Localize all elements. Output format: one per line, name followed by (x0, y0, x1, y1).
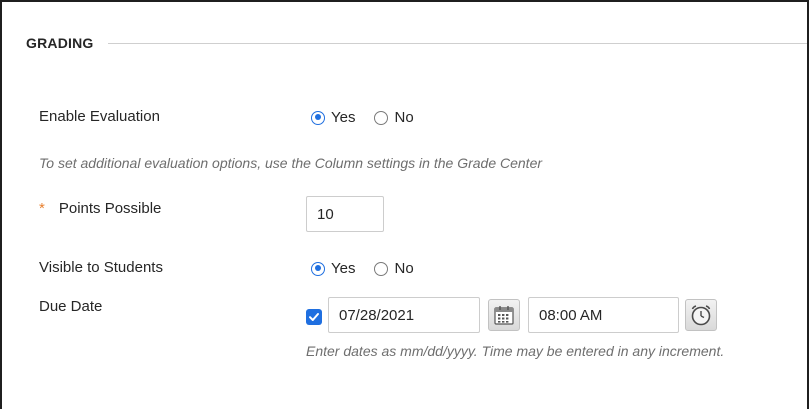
required-marker: * (39, 200, 45, 217)
due-date-hint: Enter dates as mm/dd/yyyy. Time may be e… (306, 343, 725, 359)
grading-panel: GRADING Enable Evaluation Yes No To set … (0, 0, 809, 409)
clock-icon (691, 305, 711, 326)
due-date-input[interactable]: 07/28/2021 (328, 297, 480, 333)
enable-evaluation-no-label[interactable]: No (394, 109, 413, 126)
visible-to-students-label: Visible to Students (39, 259, 163, 276)
visible-no-label[interactable]: No (394, 260, 413, 277)
calendar-icon (494, 306, 514, 325)
enable-evaluation-radio-group: Yes No (311, 109, 433, 126)
points-possible-label-text: Points Possible (58, 200, 162, 217)
due-time-input[interactable]: 08:00 AM (528, 297, 679, 333)
enable-evaluation-yes-label[interactable]: Yes (331, 109, 355, 126)
visible-no-radio[interactable] (374, 261, 389, 276)
points-possible-input[interactable]: 10 (306, 196, 384, 232)
calendar-button[interactable] (488, 299, 520, 331)
enable-evaluation-yes-radio[interactable] (311, 110, 325, 125)
evaluation-hint: To set additional evaluation options, us… (39, 155, 543, 171)
enable-evaluation-no-radio[interactable] (374, 110, 389, 125)
visible-yes-label[interactable]: Yes (331, 260, 355, 277)
enable-evaluation-label: Enable Evaluation (39, 108, 160, 125)
section-divider (107, 42, 807, 44)
visible-yes-radio[interactable] (311, 261, 325, 276)
visible-to-students-radio-group: Yes No (311, 260, 433, 277)
clock-button[interactable] (685, 299, 717, 331)
due-date-checkbox[interactable] (306, 309, 322, 325)
checkmark-icon (309, 313, 319, 321)
points-possible-label: * Points Possible (39, 200, 161, 217)
section-header: GRADING (26, 35, 807, 51)
due-date-label: Due Date (39, 298, 103, 315)
section-title: GRADING (26, 35, 94, 51)
